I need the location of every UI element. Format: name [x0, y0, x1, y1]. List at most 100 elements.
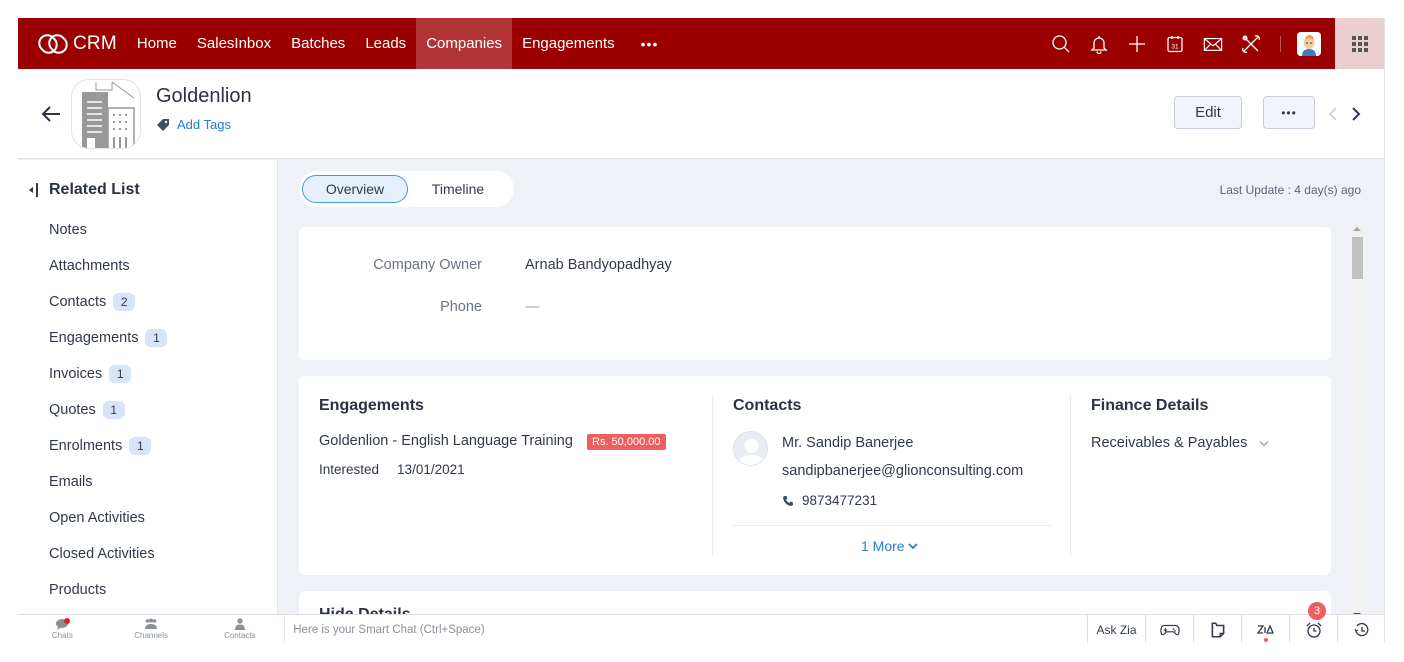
edit-button[interactable]: Edit: [1174, 96, 1242, 129]
back-arrow-icon[interactable]: [40, 105, 62, 123]
related-item-quotes[interactable]: Quotes 1: [49, 392, 167, 428]
related-item-enrolments[interactable]: Enrolments 1: [49, 428, 167, 464]
related-item-label: Quotes: [49, 402, 96, 418]
mail-icon[interactable]: [1194, 18, 1232, 69]
history-icon: [1353, 622, 1368, 636]
top-navigation-bar: CRM Home SalesInbox Batches Leads Compan…: [18, 18, 1384, 69]
nav-tab-companies[interactable]: Companies: [416, 18, 513, 69]
column-divider: [1070, 394, 1071, 556]
tab-overview[interactable]: Overview: [302, 175, 408, 203]
ask-zia-button[interactable]: Ask Zia: [1087, 615, 1145, 643]
related-item-label: Notes: [49, 222, 87, 238]
nav-tab-leads[interactable]: Leads: [355, 18, 416, 69]
calendar-icon[interactable]: 31: [1156, 18, 1194, 69]
contacts-title: Contacts: [733, 397, 802, 414]
history-button[interactable]: [1337, 615, 1384, 643]
zia-button[interactable]: [1241, 615, 1289, 643]
collapse-sidebar-icon[interactable]: [28, 183, 40, 197]
notes-button[interactable]: [1193, 615, 1241, 643]
bottom-tab-contacts[interactable]: Contacts: [196, 615, 285, 643]
related-item-open-activities[interactable]: Open Activities: [49, 500, 167, 536]
games-button[interactable]: [1145, 615, 1193, 643]
nav-tab-batches[interactable]: Batches: [281, 18, 355, 69]
related-item-notes[interactable]: Notes: [49, 212, 167, 248]
main-scrollbar[interactable]: [1349, 223, 1365, 621]
chevron-down-icon: [907, 543, 918, 550]
receivables-payables-dropdown[interactable]: Receivables & Payables: [1091, 435, 1269, 451]
zia-notification-dot: [1264, 638, 1268, 642]
tag-icon: [157, 118, 169, 131]
engagement-status: Interested: [319, 462, 380, 477]
phone-icon: [783, 495, 793, 506]
bottom-tab-label: Contacts: [224, 631, 256, 640]
contact-email-link[interactable]: sandipbanerjee@glionconsulting.com: [782, 463, 1023, 479]
field-company-owner: Company Owner Arnab Bandyopadhyay: [299, 257, 672, 273]
related-item-contacts[interactable]: Contacts 2: [49, 284, 167, 320]
sticky-note-icon: [1211, 621, 1224, 638]
tools-icon[interactable]: [1232, 18, 1270, 69]
related-item-invoices[interactable]: Invoices 1: [49, 356, 167, 392]
apps-grid-icon: [1352, 35, 1368, 52]
related-item-products[interactable]: Products: [49, 572, 167, 608]
bottom-actions: Ask Zia 3: [1087, 602, 1384, 643]
search-icon[interactable]: [1042, 18, 1080, 69]
key-fields-card: Company Owner Arnab Bandyopadhyay Phone …: [299, 227, 1331, 360]
person-placeholder-icon: [738, 439, 765, 465]
field-value[interactable]: Arnab Bandyopadhyay: [525, 257, 672, 273]
related-item-engagements[interactable]: Engagements 1: [49, 320, 168, 356]
nav-actions: 31: [1042, 18, 1384, 69]
user-avatar[interactable]: [1297, 31, 1321, 56]
engagements-title: Engagements: [319, 397, 424, 414]
count-badge: 1: [145, 329, 168, 347]
related-item-label: Products: [49, 582, 107, 598]
bottom-tab-channels[interactable]: Channels: [107, 615, 196, 643]
count-badge: 2: [113, 293, 136, 311]
bell-icon[interactable]: [1080, 18, 1118, 69]
contact-phone[interactable]: 9873477231: [782, 493, 877, 508]
engagement-date: 13/01/2021: [397, 462, 465, 477]
more-contacts-link[interactable]: 1 More: [861, 538, 918, 554]
nav-tab-salesinbox[interactable]: SalesInbox: [187, 18, 281, 69]
chevron-down-icon: [1259, 440, 1269, 446]
scrollbar-thumb[interactable]: [1352, 237, 1363, 279]
bottom-tab-chats[interactable]: Chats: [18, 615, 107, 643]
reminders-button[interactable]: 3: [1289, 602, 1337, 643]
add-tags-link[interactable]: Add Tags: [156, 117, 231, 132]
related-list-items: Notes Attachments Contacts 2 Engagements 1…: [49, 212, 168, 608]
bottom-chat-bar: Chats Channels Contacts Here is your Sma…: [18, 602, 1384, 643]
more-actions-button[interactable]: •••: [1263, 96, 1315, 129]
previous-record-icon[interactable]: [1326, 105, 1340, 123]
smart-chat-input[interactable]: Here is your Smart Chat (Ctrl+Space): [284, 615, 1087, 643]
last-update-text: Last Update : 4 day(s) ago: [1219, 183, 1361, 197]
field-label: Company Owner: [373, 257, 482, 273]
nav-more-button[interactable]: •••: [625, 18, 675, 69]
crm-logo[interactable]: CRM: [18, 33, 117, 55]
related-item-emails[interactable]: Emails: [49, 464, 167, 500]
more-contacts-label: 1 More: [861, 538, 905, 554]
field-phone: Phone —: [299, 299, 540, 315]
nav-tab-home[interactable]: Home: [127, 18, 187, 69]
tab-timeline[interactable]: Timeline: [408, 175, 508, 203]
apps-grid-button[interactable]: [1335, 18, 1384, 69]
building-icon: [82, 81, 135, 148]
engagement-amount-badge: Rs. 50,000.00: [587, 434, 666, 450]
finance-title: Finance Details: [1091, 397, 1209, 414]
nav-tab-engagements[interactable]: Engagements: [512, 18, 625, 69]
record-title: Goldenlion: [156, 85, 252, 107]
related-item-label: Engagements: [49, 330, 139, 346]
plus-icon[interactable]: [1118, 18, 1156, 69]
related-item-attachments[interactable]: Attachments: [49, 248, 167, 284]
related-item-label: Emails: [49, 474, 93, 490]
related-item-closed-activities[interactable]: Closed Activities: [49, 536, 167, 572]
related-item-label: Contacts: [49, 294, 107, 310]
field-label: Phone: [440, 299, 482, 315]
bottom-tab-label: Channels: [134, 631, 169, 640]
count-badge: 1: [129, 437, 152, 455]
field-value[interactable]: —: [525, 299, 540, 315]
next-record-icon[interactable]: [1349, 105, 1363, 123]
column-divider: [712, 394, 713, 556]
user-avatar-icon: [1297, 31, 1321, 56]
scroll-up-arrow-icon[interactable]: [1353, 227, 1361, 231]
engagement-name-link[interactable]: Goldenlion - English Language Training: [319, 433, 573, 449]
contact-name-link[interactable]: Mr. Sandip Banerjee: [782, 435, 913, 451]
